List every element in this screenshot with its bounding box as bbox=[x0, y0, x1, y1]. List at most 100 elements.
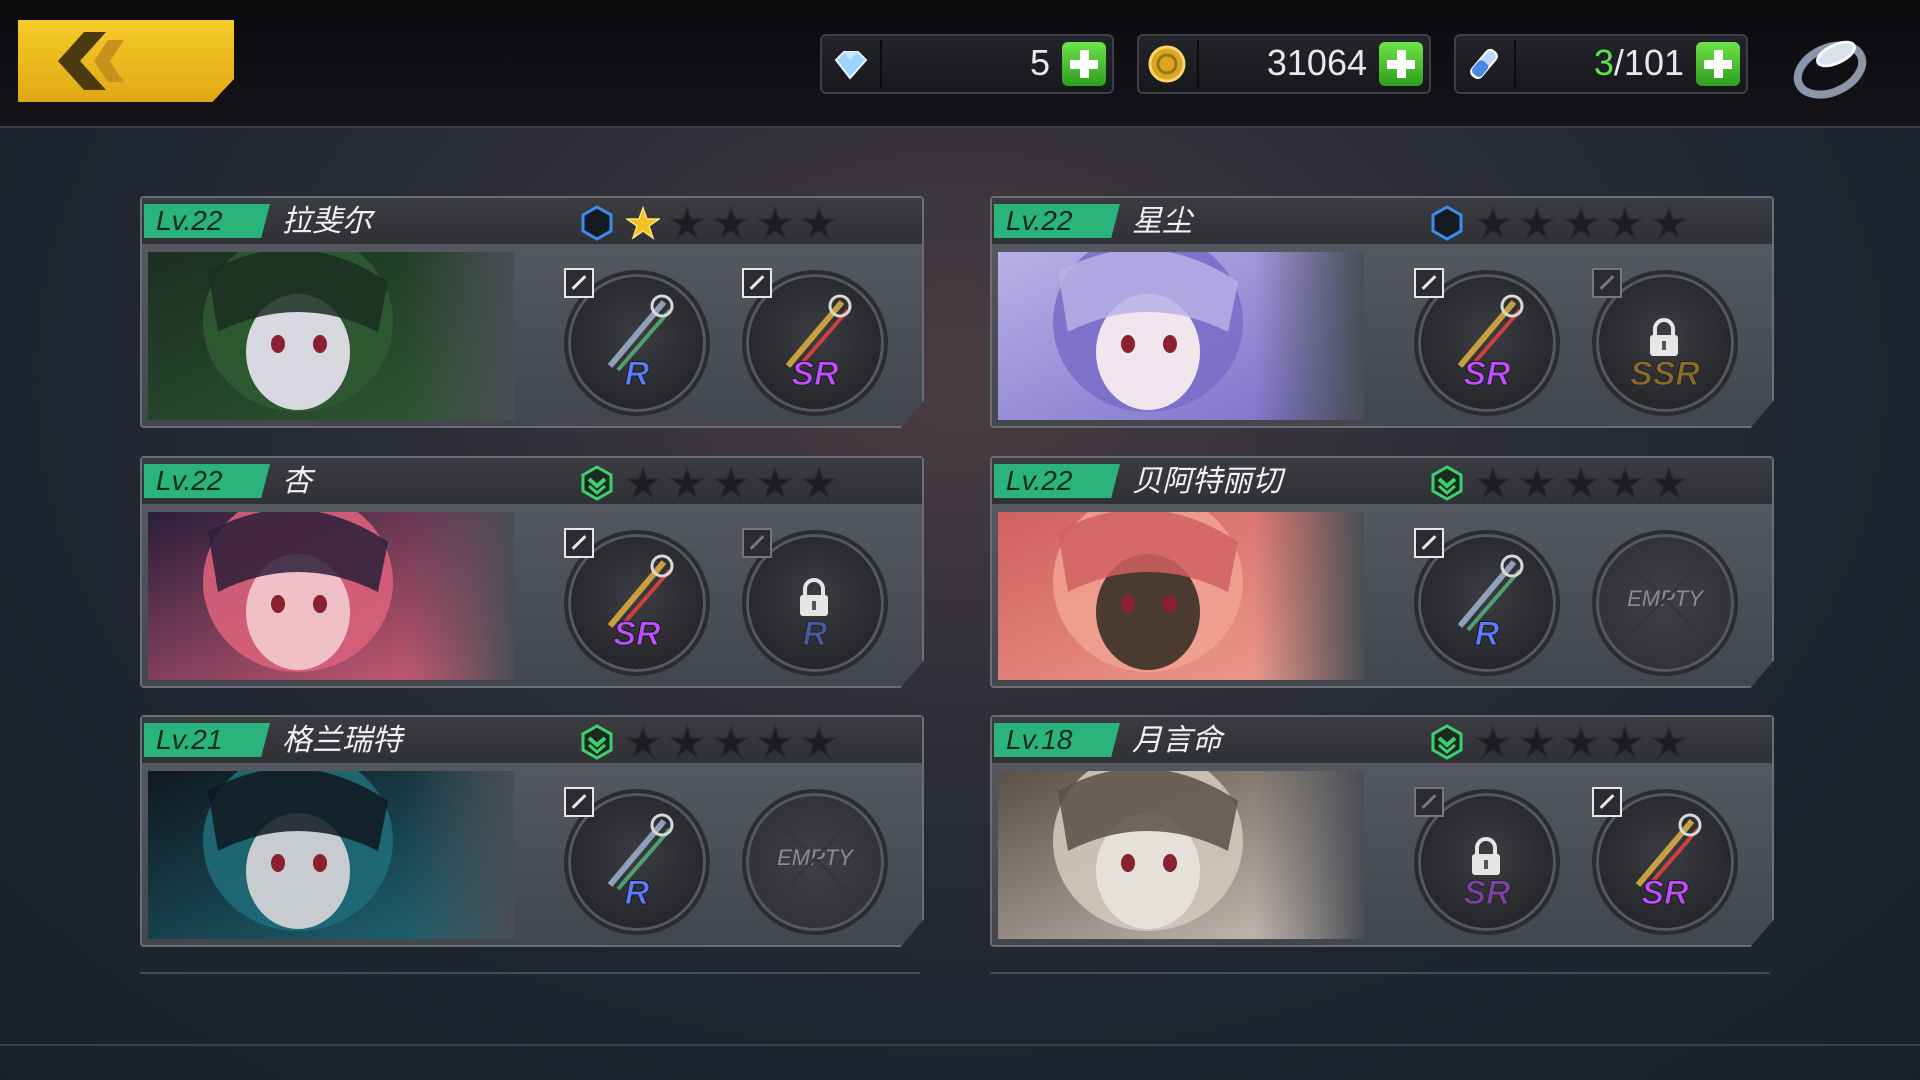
star-empty-icon bbox=[758, 206, 792, 240]
equipment-slot-empty[interactable]: EMPTY bbox=[1592, 530, 1738, 676]
star-empty-icon bbox=[1564, 206, 1598, 240]
add-stamina-button[interactable] bbox=[1696, 42, 1740, 86]
star-empty-icon bbox=[802, 725, 836, 759]
character-name: 杏 bbox=[282, 464, 312, 499]
edit-icon[interactable] bbox=[1592, 268, 1622, 298]
equipment-slot[interactable]: SSR bbox=[1592, 268, 1738, 416]
character-card[interactable]: Lv.22 拉斐尔 R SR bbox=[140, 196, 924, 428]
character-name: 月言命 bbox=[1132, 723, 1222, 758]
character-card[interactable]: Lv.22 杏 SR R bbox=[140, 456, 924, 688]
star-empty-icon bbox=[802, 206, 836, 240]
separator bbox=[1197, 40, 1199, 88]
lock-icon bbox=[1472, 837, 1500, 875]
equipment-slot[interactable]: SR bbox=[1414, 268, 1560, 416]
green-chevron-icon bbox=[1431, 465, 1463, 501]
star-empty-icon bbox=[1520, 206, 1554, 240]
character-card[interactable]: Lv.22 星尘 SR SSR bbox=[990, 196, 1774, 428]
rarity-label: R bbox=[624, 355, 650, 394]
separator bbox=[880, 40, 882, 88]
star-empty-icon bbox=[758, 466, 792, 500]
star-empty-icon bbox=[1476, 206, 1510, 240]
gold-counter: 31064 bbox=[1137, 34, 1431, 94]
level-badge: Lv.18 bbox=[994, 723, 1120, 757]
star-empty-icon bbox=[1608, 466, 1642, 500]
equipment-slot[interactable]: SR bbox=[564, 528, 710, 676]
blue-hexagon-icon bbox=[581, 205, 613, 241]
character-portrait bbox=[148, 252, 514, 420]
green-chevron-icon bbox=[1431, 724, 1463, 760]
character-card[interactable]: Lv.22 贝阿特丽切 R EMPTY bbox=[990, 456, 1774, 688]
star-empty-icon bbox=[1476, 725, 1510, 759]
back-button[interactable] bbox=[18, 20, 234, 102]
equipment-slot[interactable]: SR bbox=[1414, 787, 1560, 935]
character-name: 星尘 bbox=[1132, 204, 1192, 239]
star-rating bbox=[626, 466, 836, 500]
star-empty-icon bbox=[1652, 466, 1686, 500]
stamina-current: 3 bbox=[1593, 42, 1614, 83]
star-empty-icon bbox=[626, 466, 660, 500]
character-name: 格兰瑞特 bbox=[282, 723, 402, 758]
star-empty-icon bbox=[626, 725, 660, 759]
stamina-max: /101 bbox=[1613, 42, 1684, 83]
star-empty-icon bbox=[670, 466, 704, 500]
lock-icon bbox=[1650, 318, 1678, 356]
rarity-label: SR bbox=[791, 355, 839, 394]
character-portrait bbox=[148, 512, 514, 680]
character-card[interactable]: Lv.21 格兰瑞特 R EMPTY bbox=[140, 715, 924, 947]
equipment-slot[interactable]: R bbox=[564, 787, 710, 935]
star-empty-icon bbox=[1520, 725, 1554, 759]
divider bbox=[990, 972, 1770, 974]
character-portrait bbox=[998, 771, 1364, 939]
rarity-label: R bbox=[624, 874, 650, 913]
equipment-slot[interactable]: R bbox=[564, 268, 710, 416]
level-badge: Lv.22 bbox=[994, 204, 1120, 238]
equipment-slot[interactable]: SR bbox=[742, 268, 888, 416]
star-rating bbox=[1476, 725, 1686, 759]
top-bar: 5 31064 3/101 bbox=[0, 0, 1920, 128]
divider bbox=[0, 1044, 1920, 1046]
crystal-value: 5 bbox=[1029, 42, 1050, 83]
star-empty-icon bbox=[1564, 725, 1598, 759]
separator bbox=[1514, 40, 1516, 88]
star-empty-icon bbox=[1652, 206, 1686, 240]
star-empty-icon bbox=[670, 725, 704, 759]
character-name: 拉斐尔 bbox=[282, 204, 372, 239]
star-empty-icon bbox=[1608, 725, 1642, 759]
equipment-slot[interactable]: R bbox=[1414, 528, 1560, 676]
star-empty-icon bbox=[1608, 206, 1642, 240]
character-portrait bbox=[998, 252, 1364, 420]
edit-icon[interactable] bbox=[1414, 787, 1444, 817]
rarity-label: SSR bbox=[1630, 355, 1701, 394]
stamina-value: 3/101 bbox=[1594, 42, 1684, 84]
equipment-slot[interactable]: SR bbox=[1592, 787, 1738, 935]
star-empty-icon bbox=[1652, 725, 1686, 759]
level-badge: Lv.22 bbox=[144, 204, 270, 238]
ring-icon[interactable] bbox=[1790, 24, 1872, 102]
add-gold-button[interactable] bbox=[1379, 42, 1423, 86]
rarity-label: SR bbox=[1641, 874, 1689, 913]
star-empty-icon bbox=[714, 466, 748, 500]
star-empty-icon bbox=[1520, 466, 1554, 500]
rarity-label: R bbox=[802, 615, 828, 654]
star-empty-icon bbox=[670, 206, 704, 240]
edit-icon[interactable] bbox=[742, 528, 772, 558]
green-chevron-icon bbox=[581, 465, 613, 501]
gold-coin-icon bbox=[1148, 45, 1186, 83]
character-name: 贝阿特丽切 bbox=[1132, 464, 1282, 499]
star-rating bbox=[1476, 466, 1686, 500]
crystal-icon bbox=[834, 51, 868, 80]
star-rating bbox=[626, 206, 836, 240]
add-crystal-button[interactable] bbox=[1062, 42, 1106, 86]
green-chevron-icon bbox=[581, 724, 613, 760]
equipment-slot-empty[interactable]: EMPTY bbox=[742, 789, 888, 935]
crystal-counter: 5 bbox=[820, 34, 1114, 94]
rarity-label: SR bbox=[613, 615, 661, 654]
equipment-slot[interactable]: R bbox=[742, 528, 888, 676]
blue-hexagon-icon bbox=[1431, 205, 1463, 241]
empty-label: EMPTY bbox=[1627, 586, 1703, 611]
back-arrow-icon bbox=[58, 32, 124, 90]
rarity-label: R bbox=[1474, 615, 1500, 654]
level-badge: Lv.21 bbox=[144, 723, 270, 757]
level-badge: Lv.22 bbox=[144, 464, 270, 498]
character-card[interactable]: Lv.18 月言命 SR SR bbox=[990, 715, 1774, 947]
